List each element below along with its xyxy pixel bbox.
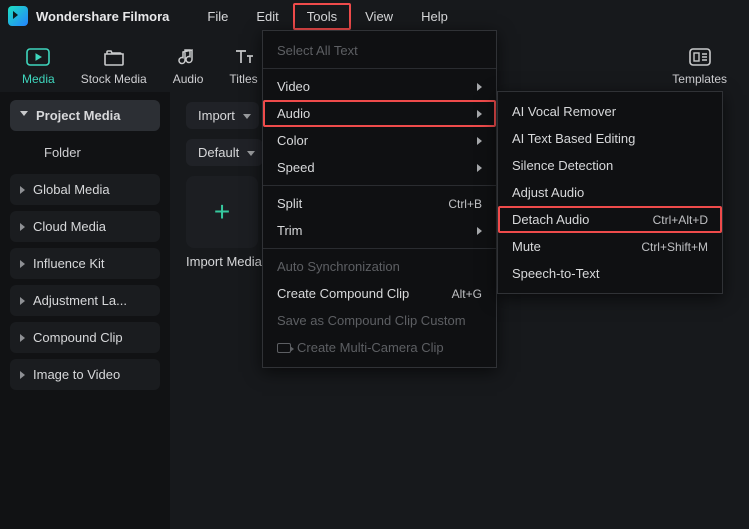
chevron-right-icon (20, 371, 25, 379)
menu-tools[interactable]: Tools (293, 3, 351, 30)
mi-silence-detection[interactable]: Silence Detection (498, 152, 722, 179)
mi-create-compound[interactable]: Create Compound ClipAlt+G (263, 280, 496, 307)
mi-video[interactable]: Video (263, 73, 496, 100)
mi-detach-audio[interactable]: Detach AudioCtrl+Alt+D (498, 206, 722, 233)
chevron-right-icon (20, 260, 25, 268)
stock-media-icon (103, 46, 125, 68)
tab-media[interactable]: Media (22, 46, 55, 86)
chevron-right-icon (477, 164, 482, 172)
media-icon (26, 46, 50, 68)
menu-separator (263, 185, 496, 186)
sidebar-item-folder[interactable]: Folder (10, 137, 160, 168)
title-bar: Wondershare Filmora File Edit Tools View… (0, 0, 749, 32)
mi-split[interactable]: SplitCtrl+B (263, 190, 496, 217)
mi-audio[interactable]: Audio (263, 100, 496, 127)
sidebar: Project Media Folder Global Media Cloud … (0, 92, 170, 529)
chevron-right-icon (20, 334, 25, 342)
sidebar-item-global-media[interactable]: Global Media (10, 174, 160, 205)
chevron-right-icon (20, 223, 25, 231)
tools-menu: Select All Text Video Audio Color Speed … (262, 30, 497, 368)
mi-save-compound-custom: Save as Compound Clip Custom (263, 307, 496, 334)
import-media-well[interactable]: + (186, 176, 258, 248)
menu-view[interactable]: View (351, 3, 407, 30)
tab-audio[interactable]: Audio (173, 46, 204, 86)
mi-adjust-audio[interactable]: Adjust Audio (498, 179, 722, 206)
menu-separator (263, 248, 496, 249)
sidebar-item-image-to-video[interactable]: Image to Video (10, 359, 160, 390)
mi-trim[interactable]: Trim (263, 217, 496, 244)
import-dropdown[interactable]: Import (186, 102, 259, 129)
tab-titles[interactable]: Titles (229, 46, 257, 86)
chevron-down-icon (20, 111, 28, 120)
chevron-right-icon (477, 137, 482, 145)
mi-mute[interactable]: MuteCtrl+Shift+M (498, 233, 722, 260)
mi-speed[interactable]: Speed (263, 154, 496, 181)
mi-ai-text-editing[interactable]: AI Text Based Editing (498, 125, 722, 152)
sidebar-item-label: Folder (44, 145, 81, 160)
sidebar-item-compound-clip[interactable]: Compound Clip (10, 322, 160, 353)
chevron-right-icon (477, 227, 482, 235)
sidebar-item-project-media[interactable]: Project Media (10, 100, 160, 131)
mi-multicam: Create Multi-Camera Clip (263, 334, 496, 361)
menu-edit[interactable]: Edit (242, 3, 292, 30)
sidebar-item-label: Image to Video (33, 367, 120, 382)
chevron-right-icon (477, 83, 482, 91)
sidebar-item-influence-kit[interactable]: Influence Kit (10, 248, 160, 279)
sidebar-item-label: Compound Clip (33, 330, 123, 345)
templates-icon (689, 46, 711, 68)
tab-templates[interactable]: Templates (672, 46, 727, 86)
tab-label: Titles (229, 72, 257, 86)
sidebar-item-label: Cloud Media (33, 219, 106, 234)
sidebar-item-label: Adjustment La... (33, 293, 127, 308)
menu-separator (263, 68, 496, 69)
mi-speech-to-text[interactable]: Speech-to-Text (498, 260, 722, 287)
app-logo (8, 6, 28, 26)
menu-help[interactable]: Help (407, 3, 462, 30)
tab-stock-media[interactable]: Stock Media (81, 46, 147, 86)
camera-icon (277, 343, 291, 353)
audio-submenu: AI Vocal Remover AI Text Based Editing S… (497, 91, 723, 294)
titles-icon (233, 46, 255, 68)
tab-label: Media (22, 72, 55, 86)
sidebar-item-cloud-media[interactable]: Cloud Media (10, 211, 160, 242)
sort-dropdown[interactable]: Default (186, 139, 263, 166)
mi-color[interactable]: Color (263, 127, 496, 154)
chevron-right-icon (477, 110, 482, 118)
chevron-right-icon (20, 186, 25, 194)
plus-icon: + (214, 196, 230, 228)
sidebar-item-adjustment-layer[interactable]: Adjustment La... (10, 285, 160, 316)
sidebar-item-label: Influence Kit (33, 256, 105, 271)
mi-select-all-text: Select All Text (263, 37, 496, 64)
audio-icon (178, 46, 198, 68)
sidebar-item-label: Project Media (36, 108, 121, 123)
mi-ai-vocal-remover[interactable]: AI Vocal Remover (498, 98, 722, 125)
menu-bar: File Edit Tools View Help (193, 3, 461, 30)
tab-label: Audio (173, 72, 204, 86)
tab-label: Stock Media (81, 72, 147, 86)
chevron-right-icon (20, 297, 25, 305)
sidebar-item-label: Global Media (33, 182, 110, 197)
menu-file[interactable]: File (193, 3, 242, 30)
app-name: Wondershare Filmora (36, 9, 169, 24)
tab-label: Templates (672, 72, 727, 86)
mi-auto-sync: Auto Synchronization (263, 253, 496, 280)
